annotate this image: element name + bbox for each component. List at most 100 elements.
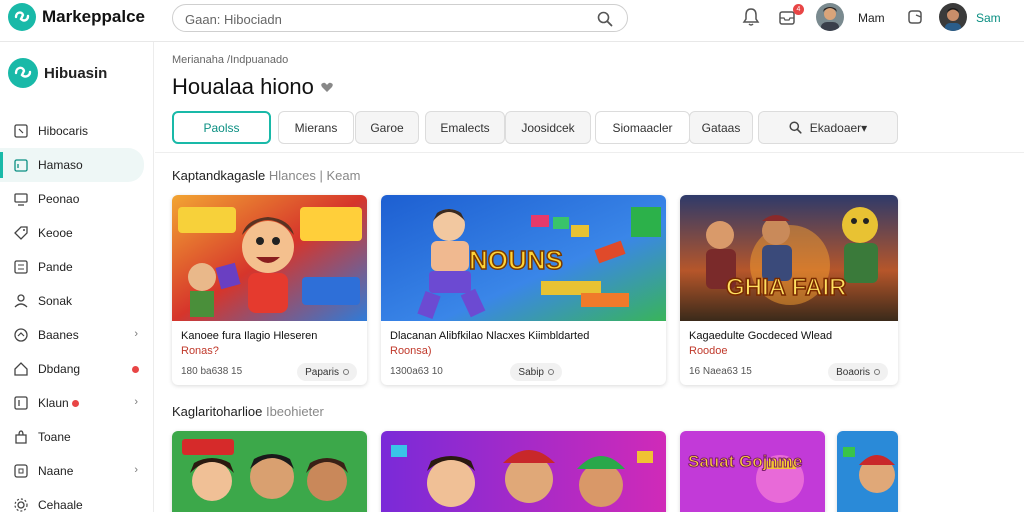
sidebar-item-label: Dbdang: [38, 362, 81, 376]
pill-label: Sabip: [518, 366, 544, 378]
tab-0[interactable]: Paolss: [172, 111, 271, 144]
share-icon[interactable]: [904, 6, 926, 28]
sidebar-item-6[interactable]: Baanes ›: [0, 318, 154, 352]
tab-4[interactable]: Joosidcek: [505, 111, 591, 144]
sidebar-brand-name: Hibuasin: [44, 64, 108, 82]
sidebar-item-label: Sonak: [38, 294, 73, 308]
app-logo[interactable]: Markeppalce: [8, 3, 145, 31]
brand-icon: [8, 58, 38, 88]
product-card[interactable]: [172, 431, 367, 512]
chevron-right-icon[interactable]: ›: [134, 396, 138, 408]
game-thumbnail-image[interactable]: [172, 195, 367, 321]
card-action-pill[interactable]: Paparis: [297, 363, 357, 381]
home-icon: [14, 362, 28, 376]
section-title-featured: Kaptandkagasle Hlances | Keam: [172, 168, 360, 183]
sidebar-item-label: Hamaso: [38, 158, 83, 172]
product-card[interactable]: [837, 431, 898, 512]
sidebar-item-8[interactable]: Klaun ›: [0, 386, 154, 420]
monitor-icon: [14, 193, 28, 206]
tab-1[interactable]: Mierans: [278, 111, 354, 144]
product-card[interactable]: GHIA FAIR Kagaedulte Gocdeced Wlead Rood…: [680, 195, 898, 385]
top-bar: Markeppalce 4 Mam Sam: [0, 0, 1024, 42]
card-title[interactable]: Dlacanan Alibfkilao Nlacxes Kiimbldarted: [390, 329, 660, 343]
user-name[interactable]: Mam: [858, 11, 885, 25]
tab-7[interactable]: Ekadoaer▾: [758, 111, 898, 144]
product-card[interactable]: NOUNS Dlacanan Alibfkilao Nlacxes Kiimbl…: [381, 195, 666, 385]
sidebar-item-label: Keooe: [38, 226, 73, 240]
section-subtitle: Hlances | Keam: [268, 168, 361, 183]
chevron-right-icon[interactable]: ›: [134, 328, 138, 340]
game-thumbnail-image[interactable]: [172, 431, 367, 512]
person-icon: [14, 294, 28, 308]
heart-icon[interactable]: [320, 80, 334, 94]
search-icon[interactable]: [597, 11, 613, 32]
tag-icon: [14, 226, 28, 240]
circle-icon: [874, 369, 880, 375]
account-avatar[interactable]: [939, 3, 967, 31]
tab-2[interactable]: Garoe: [355, 111, 419, 144]
product-card[interactable]: Sauat Gojnme: [680, 431, 825, 512]
sidebar-item-0[interactable]: Hibocaris: [0, 114, 154, 148]
sidebar-item-label: Naane: [38, 464, 74, 478]
logo-icon: [8, 3, 36, 31]
tab-6[interactable]: Gataas: [689, 111, 753, 144]
card-price: Roodoe: [689, 345, 728, 357]
game-thumbnail-image[interactable]: Sauat Gojnme: [680, 431, 825, 512]
main-content: Merianaha /Indpuanado Houalaa hiono Paol…: [155, 42, 1024, 512]
card-title[interactable]: Kanoee fura Ilagio Hleseren: [181, 329, 317, 343]
sidebar: Hibuasin Hibocaris Hamaso Peonao Keooe P…: [0, 42, 154, 512]
thumbnail-logo-text: GHIA FAIR: [726, 274, 846, 301]
sidebar-item-7[interactable]: Dbdang: [0, 352, 154, 386]
section-title-text: Kaptandkagasle: [172, 168, 266, 183]
search-input[interactable]: [185, 10, 585, 28]
sidebar-item-label: Peonao: [38, 192, 80, 206]
list-icon: [14, 260, 28, 274]
breadcrumb[interactable]: Merianaha /Indpuanado: [172, 54, 288, 66]
sidebar-item-label: Hibocaris: [38, 124, 89, 138]
sidebar-item-label: Cehaale: [38, 498, 83, 512]
search-bar[interactable]: [172, 4, 628, 32]
document-icon: [14, 396, 28, 410]
pill-label: Boaoris: [836, 366, 870, 378]
sidebar-item-9[interactable]: Toane: [0, 420, 154, 454]
section-title-text: Kaglaritoharlioe: [172, 404, 263, 419]
sidebar-item-1[interactable]: Hamaso: [0, 148, 144, 182]
thumbnail-logo-text: NOUNS: [469, 245, 563, 275]
section-title-more: Kaglaritoharlioe Ibeohieter: [172, 404, 324, 419]
sidebar-brand[interactable]: Hibuasin: [8, 58, 107, 88]
game-thumbnail-image[interactable]: [837, 431, 898, 512]
tab-3[interactable]: Emalects: [425, 111, 505, 144]
status-dot: [71, 399, 79, 407]
sidebar-item-4[interactable]: Pande: [0, 250, 154, 284]
sidebar-item-label: Pande: [38, 260, 73, 274]
sidebar-item-3[interactable]: Keooe: [0, 216, 154, 250]
sidebar-item-10[interactable]: Naane ›: [0, 454, 154, 488]
user-avatar[interactable]: [816, 3, 844, 31]
card-action-pill[interactable]: Sabip: [510, 363, 562, 381]
bell-icon[interactable]: [740, 6, 762, 28]
card-meta: 180 ba638 15: [181, 366, 243, 377]
card-price: Ronas?: [181, 345, 219, 357]
game-thumbnail-image[interactable]: [381, 431, 666, 512]
product-card[interactable]: [381, 431, 666, 512]
product-card[interactable]: Kanoee fura Ilagio Hleseren Ronas? 180 b…: [172, 195, 367, 385]
sidebar-item-label: Toane: [38, 430, 71, 444]
tab-5[interactable]: Siomaacler: [595, 111, 690, 144]
card-action-pill[interactable]: Boaoris: [828, 363, 888, 381]
sidebar-nav: Hibocaris Hamaso Peonao Keooe Pande Sona…: [0, 114, 154, 512]
sidebar-item-11[interactable]: Cehaale: [0, 488, 154, 512]
chevron-right-icon[interactable]: ›: [134, 464, 138, 476]
card-price: Roonsa): [390, 345, 432, 357]
circle-icon: [343, 369, 349, 375]
bag-icon: [15, 430, 27, 444]
sidebar-item-label: Klaun: [38, 396, 69, 410]
grid-icon: [14, 464, 28, 478]
section-subtitle: Ibeohieter: [265, 404, 324, 419]
game-thumbnail-image[interactable]: GHIA FAIR: [680, 195, 898, 321]
card-title[interactable]: Kagaedulte Gocdeced Wlead: [689, 329, 832, 343]
game-thumbnail-image[interactable]: NOUNS: [381, 195, 666, 321]
card-meta: 16 Naea63 15: [689, 366, 752, 377]
account-name[interactable]: Sam: [976, 11, 1001, 25]
sidebar-item-5[interactable]: Sonak: [0, 284, 154, 318]
sidebar-item-2[interactable]: Peonao: [0, 182, 154, 216]
